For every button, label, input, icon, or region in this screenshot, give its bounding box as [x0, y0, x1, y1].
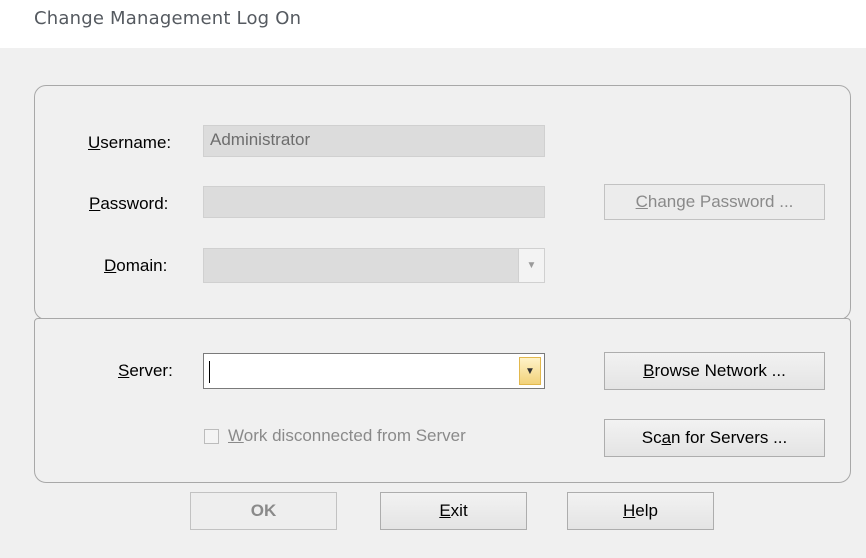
chevron-down-icon[interactable]: ▼: [518, 249, 544, 282]
window-title: Change Management Log On: [34, 8, 302, 29]
help-button[interactable]: Help: [567, 492, 714, 530]
ok-button[interactable]: OK: [190, 492, 337, 530]
scan-for-servers-button[interactable]: Sc a n for Servers ...: [604, 419, 825, 457]
server-combobox[interactable]: ▼: [203, 353, 545, 389]
exit-button[interactable]: Exit: [380, 492, 527, 530]
work-disconnected-label: Work disconnected from Server: [228, 426, 466, 445]
domain-label: Domain:: [104, 256, 168, 275]
password-field: [203, 186, 545, 218]
work-disconnected-checkbox[interactable]: [204, 429, 219, 444]
server-group: [34, 318, 851, 483]
username-field: Administrator: [203, 125, 545, 157]
chevron-down-icon[interactable]: ▼: [519, 357, 541, 385]
text-caret: [209, 361, 210, 383]
username-label: Username:: [88, 133, 172, 152]
browse-network-button[interactable]: Browse Network ...: [604, 352, 825, 390]
change-password-button[interactable]: Change Password ...: [604, 184, 825, 220]
server-label: Server:: [118, 361, 173, 380]
logon-dialog: Username: Administrator Password: Change…: [0, 48, 866, 558]
domain-combobox[interactable]: ▼: [203, 248, 545, 283]
password-label: Password:: [89, 194, 169, 213]
